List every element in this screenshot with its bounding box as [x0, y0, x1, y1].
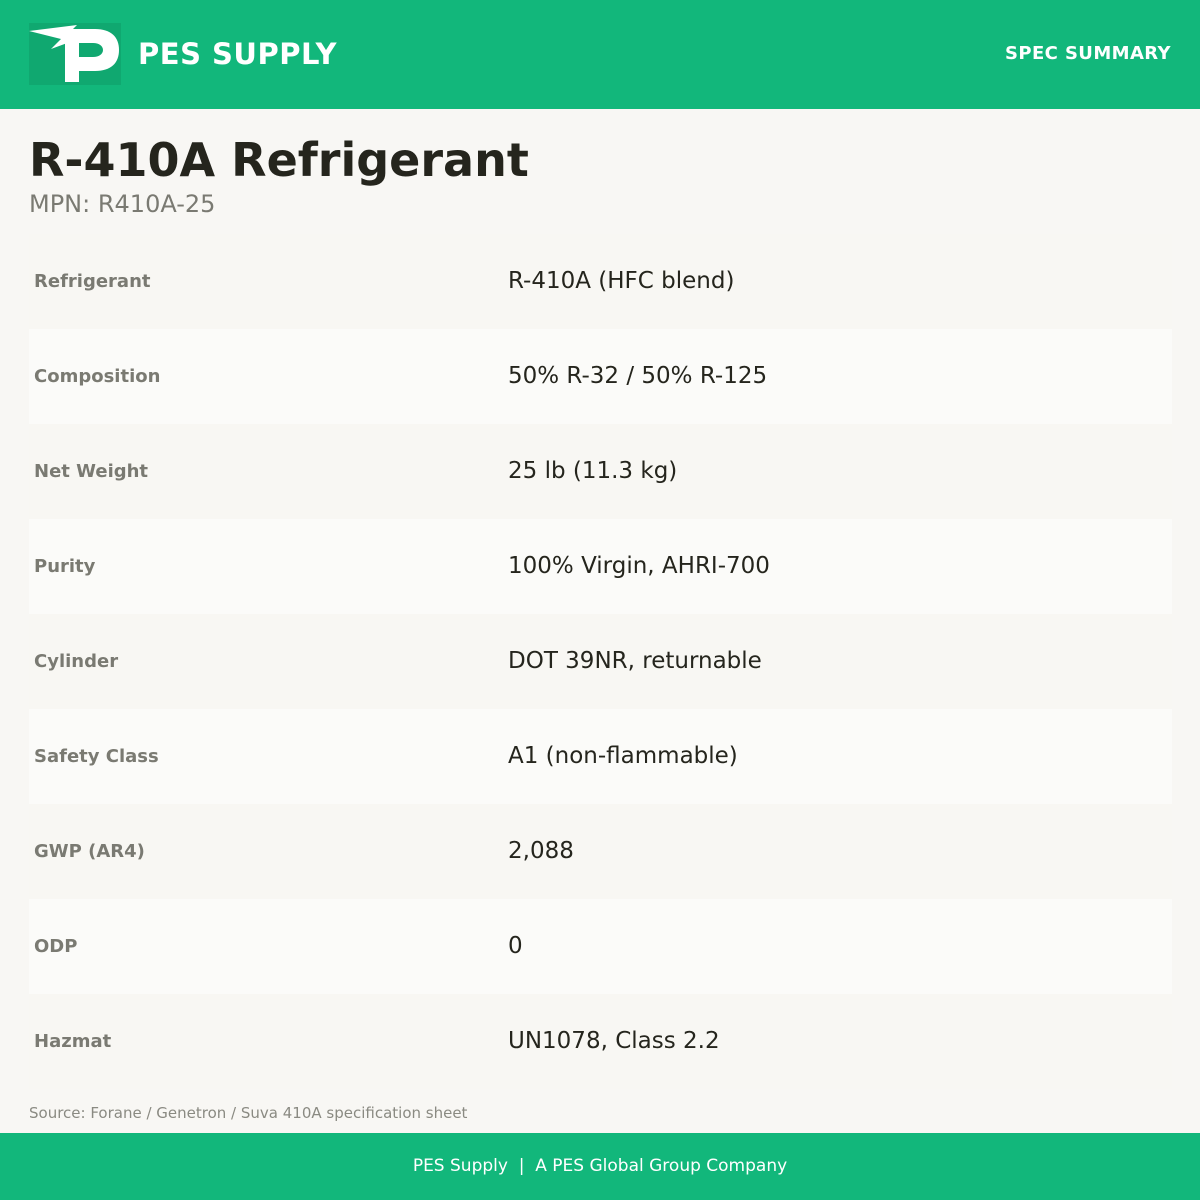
spec-row-gwp: GWP (AR4) 2,088: [29, 804, 1172, 899]
spec-value: UN1078, Class 2.2: [508, 1028, 720, 1054]
spec-row-refrigerant: Refrigerant R-410A (HFC blend): [29, 234, 1172, 329]
spec-value: DOT 39NR, returnable: [508, 648, 762, 674]
spec-label: GWP (AR4): [34, 841, 145, 862]
brand-name: PES SUPPLY: [138, 37, 337, 71]
spec-row-cylinder: Cylinder DOT 39NR, returnable: [29, 614, 1172, 709]
spec-row-odp: ODP 0: [29, 899, 1172, 994]
product-mpn: MPN: R410A-25: [29, 190, 216, 218]
spec-label: ODP: [34, 936, 78, 957]
spec-value: 50% R-32 / 50% R-125: [508, 363, 768, 389]
spec-row-composition: Composition 50% R-32 / 50% R-125: [29, 329, 1172, 424]
spec-label: Refrigerant: [34, 271, 151, 292]
spec-value: 2,088: [508, 838, 574, 864]
spec-value: 0: [508, 933, 523, 959]
source-note: Source: Forane / Genetron / Suva 410A sp…: [29, 1104, 468, 1122]
spec-row-purity: Purity 100% Virgin, AHRI-700: [29, 519, 1172, 614]
spec-label: Hazmat: [34, 1031, 112, 1052]
spec-label: Cylinder: [34, 651, 119, 672]
spec-label: Composition: [34, 366, 161, 387]
spec-value: 25 lb (11.3 kg): [508, 458, 678, 484]
spec-row-hazmat: Hazmat UN1078, Class 2.2: [29, 994, 1172, 1089]
footer-text: PES Supply | A PES Global Group Company: [412, 1156, 788, 1176]
spec-label: Purity: [34, 556, 96, 577]
product-title: R-410A Refrigerant: [29, 133, 529, 187]
spec-value: R-410A (HFC blend): [508, 268, 735, 294]
spec-value: A1 (non-flammable): [508, 743, 738, 769]
spec-label: Net Weight: [34, 461, 149, 482]
header-bar: PES SUPPLY SPEC SUMMARY: [0, 0, 1200, 109]
spec-table: Refrigerant R-410A (HFC blend) Compositi…: [29, 234, 1172, 1089]
spec-row-net-weight: Net Weight 25 lb (11.3 kg): [29, 424, 1172, 519]
document-type-label: SPEC SUMMARY: [1005, 43, 1171, 64]
spec-row-safety-class: Safety Class A1 (non-flammable): [29, 709, 1172, 804]
pes-p-bolt-logo-icon: [29, 23, 121, 85]
footer-bar: PES Supply | A PES Global Group Company: [0, 1133, 1200, 1200]
spec-label: Safety Class: [34, 746, 159, 767]
spec-value: 100% Virgin, AHRI-700: [508, 553, 770, 579]
